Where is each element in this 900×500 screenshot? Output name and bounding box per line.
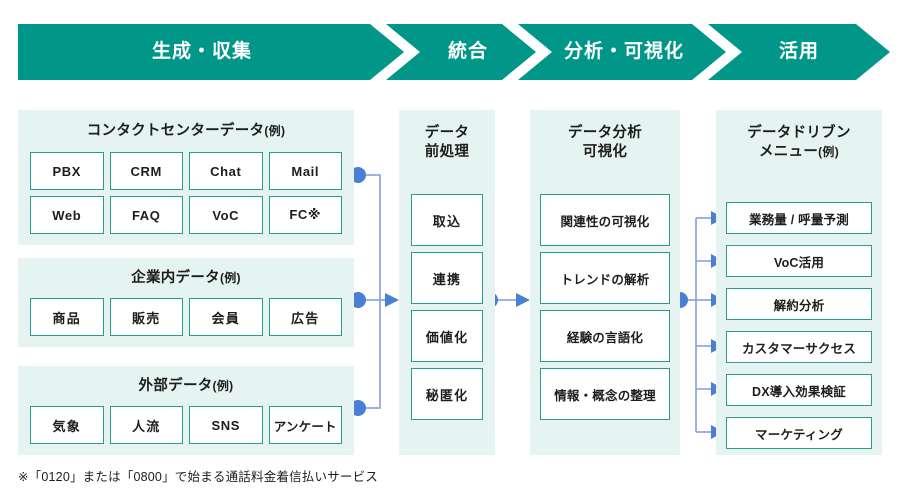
- tag-dx-effect-verification[interactable]: DX導入効果検証: [726, 374, 872, 406]
- panel-contact-center: コンタクトセンターデータ(例) PBX CRM Chat Mail Web FA…: [18, 110, 354, 245]
- panel-internal-data-title-paren: (例): [219, 271, 241, 285]
- tag-ingest[interactable]: 取込: [411, 194, 483, 246]
- tag-link[interactable]: 連携: [411, 252, 483, 304]
- panel-internal-data-title-main: 企業内データ: [131, 270, 220, 286]
- panel-data-driven-menu-title-line2-main: メニュー: [758, 144, 819, 161]
- footnote: ※「0120」または「0800」で始まる通話料金着信払いサービス: [18, 470, 378, 484]
- tag-sns[interactable]: SNS: [189, 406, 263, 444]
- panel-internal-data-title: 企業内データ(例): [18, 258, 354, 288]
- tag-advertising[interactable]: 広告: [268, 298, 342, 336]
- panel-data-driven-menu-title-line1: データドリブン: [747, 125, 851, 141]
- panel-analysis-title-line1: データ分析: [568, 125, 642, 141]
- tag-marketing[interactable]: マーケティング: [726, 417, 872, 449]
- tag-product[interactable]: 商品: [30, 298, 104, 336]
- tag-relationship-visualization[interactable]: 関連性の可視化: [540, 194, 670, 246]
- tag-valuation[interactable]: 価値化: [411, 310, 483, 362]
- panel-data-driven-menu: データドリブン メニュー(例) 業務量 / 呼量予測 VoC活用 解約分析 カス…: [716, 110, 882, 455]
- panel-data-driven-menu-title-line2: メニュー(例): [716, 143, 882, 162]
- panel-analysis-title: データ分析 可視化: [530, 110, 680, 162]
- panel-contact-center-title-main: コンタクトセンターデータ: [86, 123, 265, 139]
- tag-sales[interactable]: 販売: [109, 298, 183, 336]
- panel-contact-center-title-paren: (例): [264, 124, 286, 138]
- tag-member[interactable]: 会員: [189, 298, 263, 336]
- tag-information-concept-organization[interactable]: 情報・概念の整理: [540, 368, 670, 420]
- panel-internal-data: 企業内データ(例) 商品 販売 会員 広告: [18, 258, 354, 347]
- tag-survey[interactable]: アンケート: [268, 406, 342, 444]
- tag-people-flow[interactable]: 人流: [109, 406, 183, 444]
- panel-external-data: 外部データ(例) 気象 人流 SNS アンケート: [18, 366, 354, 455]
- panel-data-driven-menu-title-paren: (例): [818, 145, 840, 160]
- panel-analysis-title-line2: 可視化: [582, 144, 628, 161]
- panel-preprocess-title: データ 前処理: [399, 110, 495, 162]
- tag-weather[interactable]: 気象: [30, 406, 104, 444]
- panel-external-data-title-paren: (例): [212, 379, 234, 393]
- tag-voc-utilization[interactable]: VoC活用: [726, 245, 872, 277]
- tag-customer-success[interactable]: カスタマーサクセス: [726, 331, 872, 363]
- tag-crm[interactable]: CRM: [109, 152, 183, 190]
- tag-trend-analysis[interactable]: トレンドの解析: [540, 252, 670, 304]
- tag-fc[interactable]: FC※: [268, 196, 342, 234]
- panel-external-data-title-main: 外部データ: [138, 378, 213, 394]
- tag-churn-analysis[interactable]: 解約分析: [726, 288, 872, 320]
- panel-data-driven-menu-title: データドリブン メニュー(例): [716, 110, 882, 162]
- tag-experience-verbalization[interactable]: 経験の言語化: [540, 310, 670, 362]
- tag-mail[interactable]: Mail: [268, 152, 342, 190]
- panel-preprocess: データ 前処理 取込 連携 価値化 秘匿化: [399, 110, 495, 455]
- stage-banner: 生成・収集 統合 分析・可視化 活用: [18, 24, 890, 80]
- tag-pbx[interactable]: PBX: [30, 152, 104, 190]
- panel-analysis: データ分析 可視化 関連性の可視化 トレンドの解析 経験の言語化 情報・概念の整…: [530, 110, 680, 455]
- panel-external-data-title: 外部データ(例): [18, 366, 354, 396]
- panel-preprocess-title-line2: 前処理: [424, 144, 470, 161]
- panel-preprocess-title-line1: データ: [424, 125, 470, 141]
- tag-voc[interactable]: VoC: [189, 196, 263, 234]
- tag-anonymization[interactable]: 秘匿化: [411, 368, 483, 420]
- tag-workload-call-volume-forecast[interactable]: 業務量 / 呼量予測: [726, 202, 872, 234]
- panel-contact-center-title: コンタクトセンターデータ(例): [18, 110, 354, 141]
- tag-faq[interactable]: FAQ: [109, 196, 183, 234]
- tag-web[interactable]: Web: [30, 196, 104, 234]
- tag-chat[interactable]: Chat: [189, 152, 263, 190]
- stage-banner-shape: [18, 24, 890, 80]
